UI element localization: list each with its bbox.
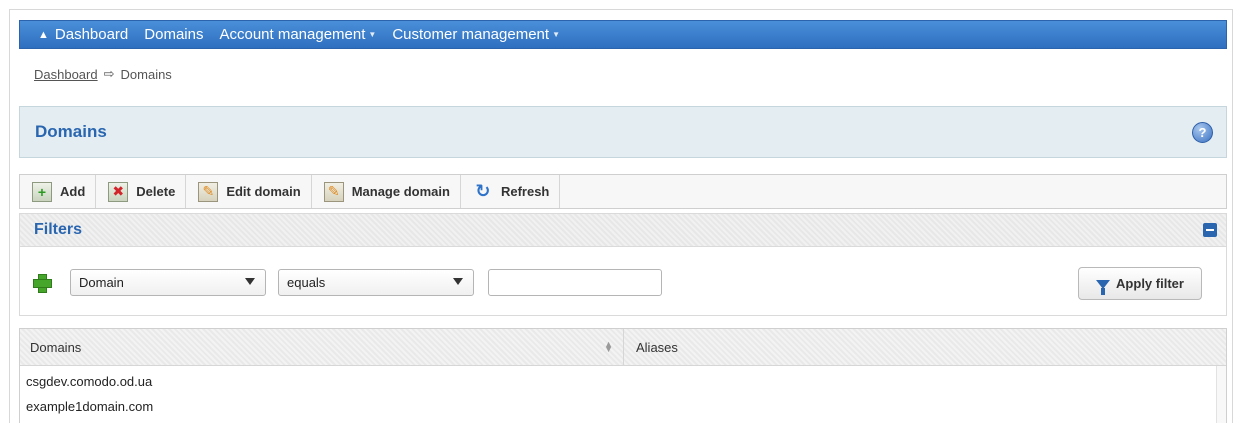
help-icon[interactable]: ? [1192,122,1213,143]
home-icon: ▲ [38,28,49,41]
refresh-button[interactable]: ↻ Refresh [461,175,561,208]
funnel-icon [1096,280,1111,295]
table-row[interactable]: csgdev.comodo.od.ua [20,369,1217,394]
delete-icon: ✖ [108,181,129,202]
edit-domain-button-label: Edit domain [226,184,301,199]
nav-account-management-label: Account management [219,26,366,43]
filter-operator-value: equals [287,275,326,290]
nav-customer-management-label: Customer management [392,26,550,43]
filters-body: Domain equals Apply filter [19,247,1227,316]
edit-domain-button[interactable]: ✎ Edit domain [186,175,312,208]
column-header-domains-label: Domains [30,339,82,355]
toolbar: + Add ✖ Delete ✎ Edit domain ✎ Manage do… [19,174,1227,209]
page-title: Domains [35,122,107,141]
manage-domain-button-label: Manage domain [351,184,450,199]
domains-table: Domains ▲ ▼ Aliases csgdev.comodo.od.ua e… [19,328,1227,423]
add-button-label: Add [60,184,86,199]
filters-title: Filters [34,221,83,238]
breadcrumb-dashboard-link[interactable]: Dashboard [34,67,98,82]
add-button[interactable]: + Add [20,175,97,208]
apply-filter-button[interactable]: Apply filter [1078,267,1202,300]
dropdown-arrow-icon [453,278,463,285]
sort-icon: ▲ ▼ [604,339,613,354]
nav-domains-label: Domains [144,26,204,43]
dropdown-arrow-icon [245,278,255,285]
table-cell-domain: csgdev.comodo.od.ua [26,374,153,389]
column-header-domains[interactable]: Domains ▲ ▼ [20,329,624,365]
table-row[interactable]: example1domain.com [20,394,1217,419]
table-cell-domain: example1domain.com [26,399,154,414]
nav-domains[interactable]: Domains [136,21,211,48]
delete-button-label: Delete [136,184,176,199]
refresh-button-label: Refresh [500,184,550,199]
edit-icon: ✎ [198,181,219,202]
nav-account-management[interactable]: Account management ▼ [211,21,384,48]
filter-operator-select[interactable]: equals [278,269,474,296]
nav-dashboard-label: Dashboard [54,26,129,43]
add-filter-plus-icon[interactable] [33,274,52,293]
delete-button[interactable]: ✖ Delete [96,175,187,208]
collapse-icon[interactable] [1203,223,1217,237]
breadcrumb-current: Domains [120,66,172,82]
nav-customer-management[interactable]: Customer management ▼ [384,21,568,48]
column-header-aliases-label: Aliases [636,339,678,355]
filter-field-select[interactable]: Domain [70,269,266,296]
refresh-icon: ↻ [475,181,491,201]
breadcrumb: Dashboard ⇨ Domains [34,66,172,82]
filter-field-value: Domain [79,275,124,290]
chevron-down-icon: ▼ [368,30,377,39]
table-body: csgdev.comodo.od.ua example1domain.com [20,366,1217,419]
manage-domain-button[interactable]: ✎ Manage domain [312,175,461,208]
table-scrollbar[interactable] [1216,366,1226,423]
filters-header: Filters [19,213,1227,247]
manage-icon: ✎ [323,181,344,202]
nav-dashboard[interactable]: ▲ Dashboard [30,21,136,48]
apply-filter-label: Apply filter [1116,276,1184,291]
add-icon: + [32,181,52,202]
column-header-aliases[interactable]: Aliases [624,329,1226,365]
table-header: Domains ▲ ▼ Aliases [20,329,1226,366]
top-nav: ▲ Dashboard Domains Account management ▼… [19,20,1227,49]
panel-header: Domains ? [19,106,1227,158]
chevron-down-icon: ▼ [552,30,560,39]
filter-value-input[interactable] [488,269,662,296]
arrow-right-icon: ⇨ [103,66,115,81]
